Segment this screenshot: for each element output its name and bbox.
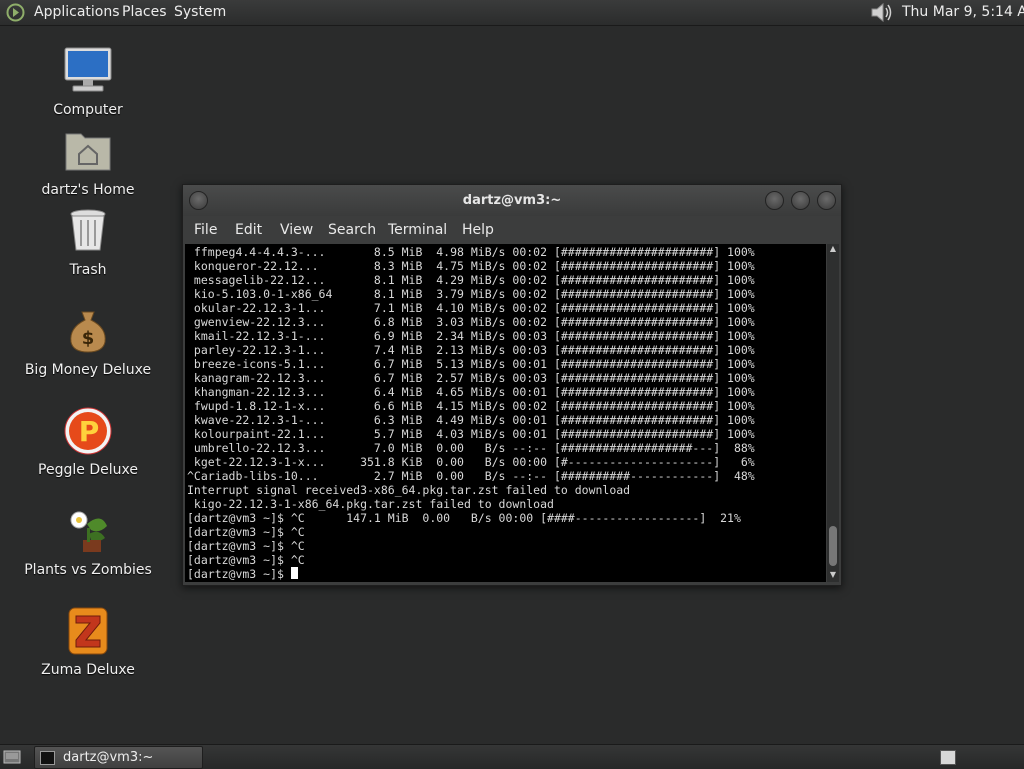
desktop-icon-label: Computer <box>53 102 123 118</box>
svg-text:$: $ <box>82 328 95 349</box>
desktop-icon-label: Peggle Deluxe <box>38 462 138 478</box>
menu-help[interactable]: Help <box>462 222 494 238</box>
scroll-up-arrow-icon[interactable]: ▲ <box>828 245 838 253</box>
scrollbar-thumb[interactable] <box>829 526 837 566</box>
desktop-icon-zuma[interactable]: Zuma Deluxe <box>18 604 158 678</box>
apps-logo-icon[interactable] <box>6 3 25 22</box>
desktop-icon-home[interactable]: dartz's Home <box>18 124 158 198</box>
desktop-icon-trash[interactable]: Trash <box>18 204 158 278</box>
desktop-icon-label: dartz's Home <box>41 182 135 198</box>
menu-file[interactable]: File <box>194 222 217 238</box>
menu-edit[interactable]: Edit <box>235 222 262 238</box>
show-desktop-icon[interactable] <box>3 749 21 764</box>
minimize-button[interactable] <box>765 191 784 210</box>
terminal-line: [dartz@vm3 ~]$ ^C <box>187 553 305 567</box>
desktop-icon-label: Big Money Deluxe <box>24 362 152 378</box>
menu-terminal[interactable]: Terminal <box>388 222 447 238</box>
workspace-switcher[interactable] <box>940 750 956 765</box>
terminal-scrollbar[interactable]: ▲ ▼ <box>827 244 839 582</box>
terminal-line: [dartz@vm3 ~]$ ^C 147.1 MiB 0.00 B/s 00:… <box>187 511 741 525</box>
terminal-window[interactable]: dartz@vm3:~ File Edit View Search Termin… <box>182 184 842 586</box>
terminal-line: umbrello-22.12.3... 7.0 MiB 0.00 B/s --:… <box>187 441 755 455</box>
desktop-icon-peggle[interactable]: P Peggle Deluxe <box>18 404 158 478</box>
trash-icon <box>61 204 115 258</box>
terminal-line: [dartz@vm3 ~]$ ^C <box>187 539 305 553</box>
terminal-output[interactable]: ffmpeg4.4-4.4.3-... 8.5 MiB 4.98 MiB/s 0… <box>185 244 826 582</box>
desktop-icon-label: Zuma Deluxe <box>41 662 135 678</box>
menu-search[interactable]: Search <box>328 222 376 238</box>
terminal-line: kolourpaint-22.1... 5.7 MiB 4.03 MiB/s 0… <box>187 427 755 441</box>
taskbar-label: dartz@vm3:~ <box>63 750 154 765</box>
computer-icon <box>61 44 115 98</box>
terminal-line: khangman-22.12.3... 6.4 MiB 4.65 MiB/s 0… <box>187 385 755 399</box>
terminal-line: messagelib-22.12... 8.1 MiB 4.29 MiB/s 0… <box>187 273 755 287</box>
bottom-panel: dartz@vm3:~ <box>0 744 1024 769</box>
peggle-icon: P <box>61 404 115 458</box>
terminal-line: [dartz@vm3 ~]$ <box>187 567 291 581</box>
desktop-icon-label: Trash <box>69 262 107 278</box>
terminal-line: breeze-icons-5.1... 6.7 MiB 5.13 MiB/s 0… <box>187 357 755 371</box>
terminal-line: kmail-22.12.3-1-... 6.9 MiB 2.34 MiB/s 0… <box>187 329 755 343</box>
terminal-line: ffmpeg4.4-4.4.3-... 8.5 MiB 4.98 MiB/s 0… <box>187 245 755 259</box>
terminal-line: kigo-22.12.3-1-x86_64.pkg.tar.zst failed… <box>187 497 554 511</box>
terminal-line: kget-22.12.3-1-x... 351.8 KiB 0.00 B/s 0… <box>187 455 755 469</box>
applications-menu[interactable]: Applications <box>34 4 120 20</box>
top-panel: Applications Places System Thu Mar 9, 5:… <box>0 0 1024 26</box>
terminal-line: kio-5.103.0-1-x86_64 8.1 MiB 3.79 MiB/s … <box>187 287 755 301</box>
terminal-cursor <box>290 567 298 579</box>
scroll-down-arrow-icon[interactable]: ▼ <box>828 571 838 579</box>
terminal-icon <box>40 751 55 765</box>
terminal-line: [dartz@vm3 ~]$ ^C <box>187 525 305 539</box>
terminal-line: kanagram-22.12.3... 6.7 MiB 2.57 MiB/s 0… <box>187 371 755 385</box>
window-title: dartz@vm3:~ <box>462 193 562 208</box>
terminal-line: konqueror-22.12... 8.3 MiB 4.75 MiB/s 00… <box>187 259 755 273</box>
close-button[interactable] <box>817 191 836 210</box>
taskbar-terminal-button[interactable]: dartz@vm3:~ <box>34 746 203 769</box>
places-menu[interactable]: Places <box>122 4 167 20</box>
menu-view[interactable]: View <box>280 222 313 238</box>
desktop-icon-label: Plants vs Zombies <box>24 562 152 578</box>
terminal-line: parley-22.12.3-1... 7.4 MiB 2.13 MiB/s 0… <box>187 343 755 357</box>
volume-icon[interactable] <box>869 2 893 23</box>
svg-text:P: P <box>79 415 100 448</box>
terminal-line: ^Cariadb-libs-10... 2.7 MiB 0.00 B/s --:… <box>187 469 755 483</box>
window-titlebar[interactable]: dartz@vm3:~ <box>183 185 841 216</box>
desktop-icon-computer[interactable]: Computer <box>18 44 158 118</box>
terminal-line: gwenview-22.12.3... 6.8 MiB 3.03 MiB/s 0… <box>187 315 755 329</box>
terminal-line: Interrupt signal received3-x86_64.pkg.ta… <box>187 483 631 497</box>
terminal-lines: ffmpeg4.4-4.4.3-... 8.5 MiB 4.98 MiB/s 0… <box>185 244 826 581</box>
terminal-menubar: File Edit View Search Terminal Help <box>183 216 841 244</box>
home-folder-icon <box>61 124 115 178</box>
zuma-icon <box>61 604 115 658</box>
money-bag-icon: $ <box>61 304 115 358</box>
desktop-icon-big-money[interactable]: $ Big Money Deluxe <box>18 304 158 378</box>
system-menu[interactable]: System <box>174 4 226 20</box>
terminal-line: kwave-22.12.3-1-... 6.3 MiB 4.49 MiB/s 0… <box>187 413 755 427</box>
terminal-line: fwupd-1.8.12-1-x... 6.6 MiB 4.15 MiB/s 0… <box>187 399 755 413</box>
maximize-button[interactable] <box>791 191 810 210</box>
clock[interactable]: Thu Mar 9, 5:14 AM <box>902 4 1024 20</box>
desktop-icon-pvz[interactable]: Plants vs Zombies <box>18 504 158 578</box>
terminal-line: okular-22.12.3-1... 7.1 MiB 4.10 MiB/s 0… <box>187 301 755 315</box>
plants-vs-zombies-icon <box>61 504 115 558</box>
